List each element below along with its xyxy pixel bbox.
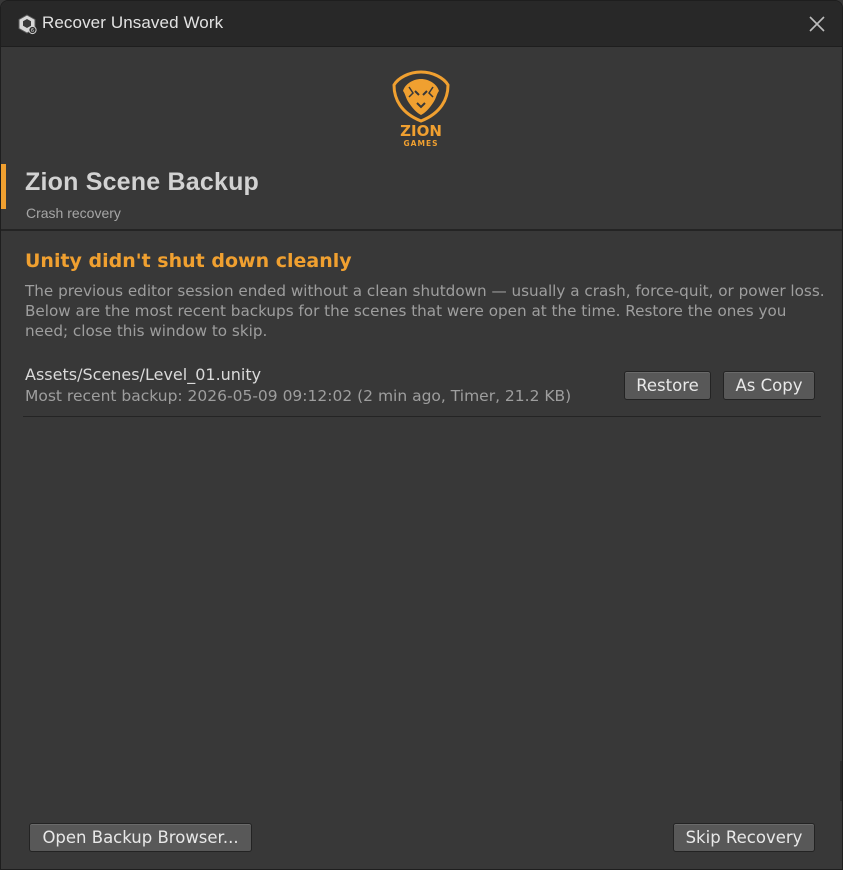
backup-info: Most recent backup: 2026-05-09 09:12:02 … bbox=[25, 387, 572, 405]
warning-body: The previous editor session ended withou… bbox=[25, 282, 825, 340]
logo-text-zion: ZION bbox=[400, 122, 442, 140]
svg-text:6: 6 bbox=[31, 28, 34, 34]
restore-as-copy-button[interactable]: As Copy bbox=[723, 371, 815, 400]
unity-icon: 6 bbox=[18, 14, 37, 35]
warning-title: Unity didn't shut down cleanly bbox=[25, 250, 352, 272]
window-edge bbox=[840, 761, 842, 801]
page-title: Zion Scene Backup bbox=[25, 168, 260, 196]
recovery-window: 6 Recover Unsaved Work ZION GAMES Zion S… bbox=[0, 0, 843, 870]
backup-scene-path: Assets/Scenes/Level_01.unity bbox=[25, 365, 262, 384]
lion-logo-icon: ZION GAMES bbox=[392, 70, 450, 148]
close-icon bbox=[809, 16, 825, 32]
skip-recovery-button[interactable]: Skip Recovery bbox=[673, 823, 815, 852]
title-bar: 6 Recover Unsaved Work bbox=[1, 1, 842, 47]
restore-button[interactable]: Restore bbox=[624, 371, 711, 400]
header-accent-bar bbox=[1, 164, 6, 209]
page-subtitle: Crash recovery bbox=[26, 205, 121, 221]
header-divider bbox=[1, 229, 842, 231]
window-title: Recover Unsaved Work bbox=[42, 13, 224, 32]
backup-row: Assets/Scenes/Level_01.unity Most recent… bbox=[23, 361, 821, 417]
close-button[interactable] bbox=[804, 11, 830, 37]
logo-text-games: GAMES bbox=[404, 139, 439, 148]
open-backup-browser-button[interactable]: Open Backup Browser... bbox=[29, 823, 252, 852]
